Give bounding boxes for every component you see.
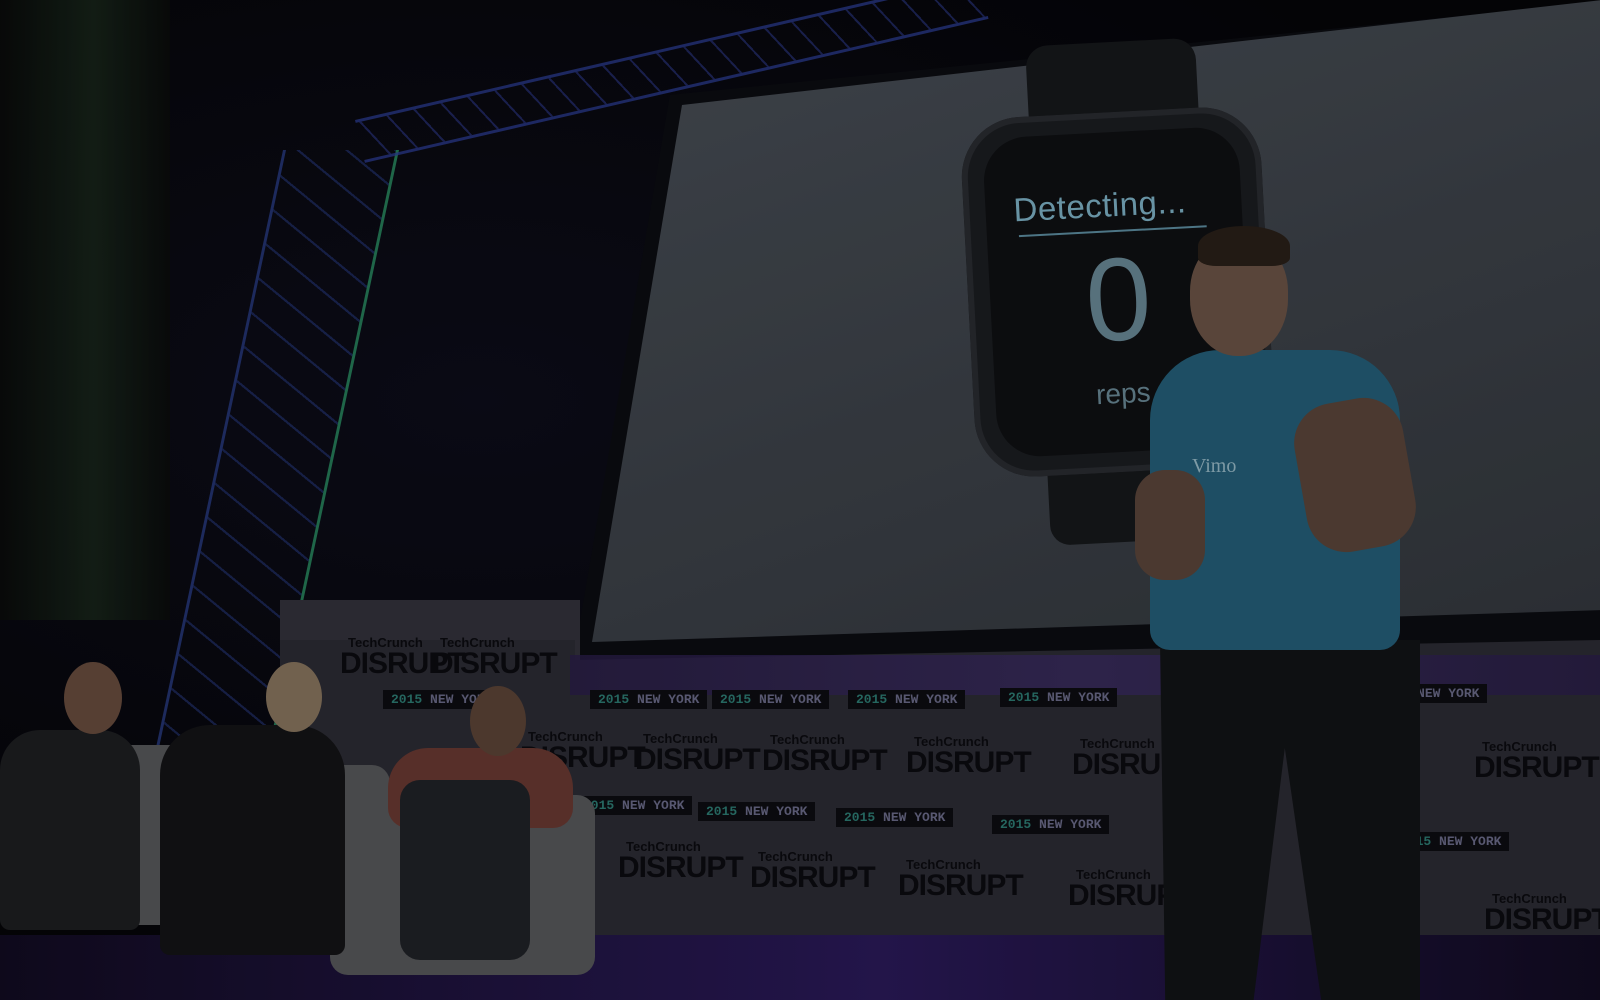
disrupt-logo: TechCrunch DISRUPT	[618, 839, 744, 884]
year-city-tag: 2015 NEW YORK	[1000, 688, 1118, 707]
panelist-center-head	[266, 662, 322, 732]
conference-stage-scene: Detecting... 0 reps TechCrunch DISRUPT Te…	[0, 0, 1600, 1000]
disrupt-logo: TechCrunch DISRUPT	[762, 732, 888, 777]
presenter-arm	[1135, 470, 1205, 580]
panelist-center	[160, 725, 345, 955]
year-city-tag: 2015 NEW YORK	[590, 690, 708, 709]
disrupt-logo: TechCrunch DISRUPT	[432, 635, 558, 680]
disrupt-logo: TechCrunch DISRUPT	[898, 857, 1024, 902]
year-city-tag: 2015 NEW YORK	[712, 690, 830, 709]
panelist-left-head	[64, 662, 122, 734]
year-city-tag: 2015 NEW YORK	[848, 690, 966, 709]
disrupt-logo: TechCrunch DISRUPT	[750, 849, 876, 894]
panelist-right-head	[470, 686, 526, 756]
stage-curtain	[0, 0, 170, 620]
panelist-right-legs	[400, 780, 530, 960]
disrupt-logo: TechCrunch DISRUPT	[1484, 891, 1600, 936]
disrupt-logo: TechCrunch DISRUPT	[635, 731, 761, 776]
year-city-tag: 2015 NEW YORK	[992, 815, 1110, 834]
disrupt-logo: TechCrunch DISRUPT	[906, 734, 1032, 779]
shirt-logo-text: Vimo	[1192, 455, 1237, 477]
year-city-tag: 2015 NEW YORK	[698, 802, 816, 821]
year-city-tag: 2015 NEW YORK	[836, 808, 954, 827]
panelist-left	[0, 730, 140, 930]
presenter-hair	[1198, 226, 1290, 266]
watch-status-text: Detecting...	[1012, 182, 1188, 229]
disrupt-logo: TechCrunch DISRUPT	[1474, 739, 1600, 784]
